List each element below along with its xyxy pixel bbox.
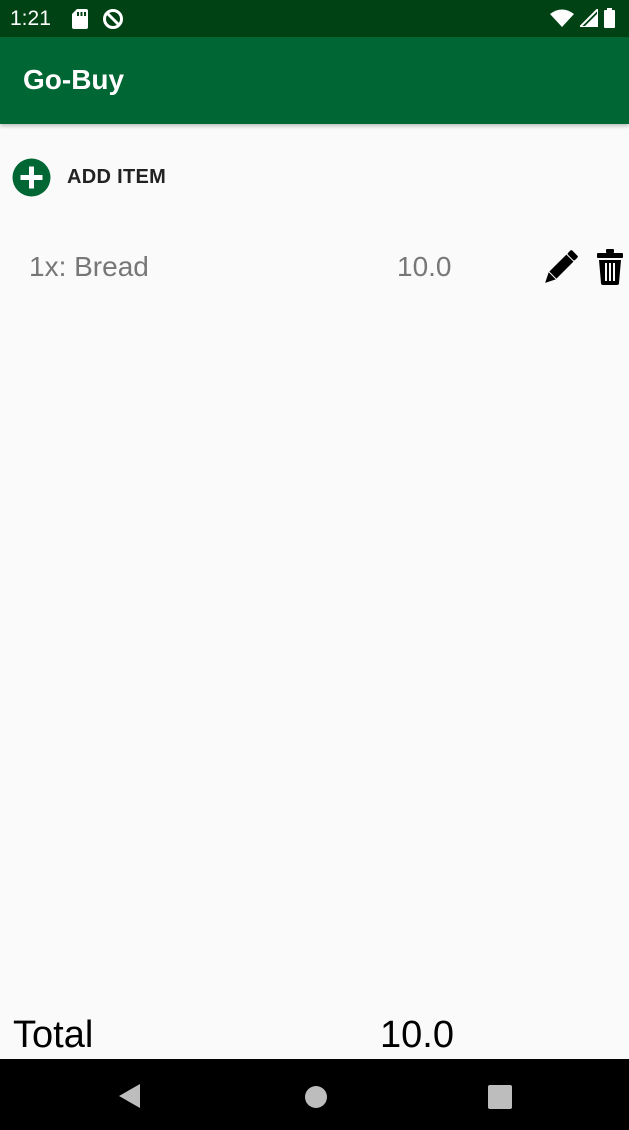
item-price: 10.0 (397, 251, 452, 282)
add-item-button[interactable]: ADD ITEM (12, 158, 166, 196)
status-right-icons (544, 7, 615, 29)
pencil-icon[interactable] (541, 249, 579, 287)
add-circle-icon (12, 158, 51, 196)
status-time: 1:21 (10, 7, 51, 30)
recents-icon[interactable] (488, 1085, 512, 1109)
item-name: 1x: Bread (29, 251, 149, 282)
battery-icon (604, 8, 615, 28)
list-item: 1x: Bread 10.0 (0, 240, 629, 296)
app-title: Go-Buy (23, 64, 125, 95)
sd-card-icon (72, 9, 88, 29)
app-bar: Go-Buy (0, 37, 629, 124)
back-icon[interactable] (118, 1083, 142, 1109)
status-bar: 1:21 (0, 0, 629, 37)
cell-signal-icon (580, 9, 598, 27)
add-item-label: ADD ITEM (67, 165, 167, 188)
trash-icon[interactable] (597, 248, 623, 286)
nav-bar (0, 1059, 629, 1130)
home-icon[interactable] (305, 1086, 327, 1108)
status-left-icons (72, 8, 138, 30)
data-saver-icon (103, 9, 123, 29)
total-value: 10.0 (380, 1014, 454, 1056)
wifi-icon (550, 9, 574, 27)
total-label: Total (13, 1014, 94, 1056)
